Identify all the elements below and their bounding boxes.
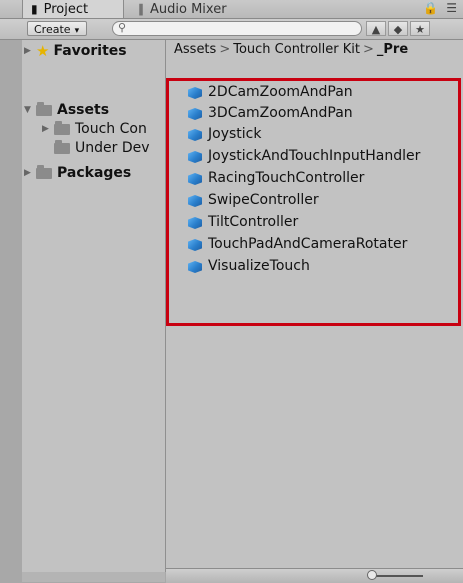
prefab-icon (188, 193, 202, 207)
create-button[interactable]: Create ▾ (27, 21, 87, 36)
asset-label: 2DCamZoomAndPan (208, 84, 353, 100)
tree-item-packages[interactable]: ▶ Packages (24, 164, 131, 182)
tab-controls: 🔒 ☰ (423, 1, 457, 15)
assets-label: Assets (57, 102, 110, 118)
asset-item[interactable]: VisualizeTouch (188, 256, 310, 276)
star-icon: ★ (36, 42, 50, 60)
breadcrumb-touch-controller-kit[interactable]: Touch Controller Kit (233, 42, 360, 57)
packages-label: Packages (57, 165, 132, 181)
asset-label: TouchPadAndCameraRotater (208, 236, 408, 252)
asset-label: JoystickAndTouchInputHandler (208, 148, 421, 164)
under-dev-label: Under Dev (75, 140, 150, 156)
menu-icon[interactable]: ☰ (446, 1, 457, 15)
asset-label: RacingTouchController (208, 170, 365, 186)
tab-project-label: Project (43, 1, 89, 17)
folder-icon: ▮ (31, 2, 38, 16)
search-icon: ⚲ (118, 21, 127, 34)
prefab-icon (188, 259, 202, 273)
asset-item[interactable]: SwipeController (188, 190, 319, 210)
icon-size-slider-track[interactable] (371, 575, 423, 577)
asset-label: Joystick (208, 126, 262, 142)
asset-item[interactable]: JoystickAndTouchInputHandler (188, 146, 420, 166)
toolbar: Create ▾ ⚲ ▲ ◆ ★ (0, 19, 463, 40)
asset-label: TiltController (208, 214, 299, 230)
asset-item[interactable]: RacingTouchController (188, 168, 364, 188)
touch-controller-label: Touch Con (75, 121, 147, 137)
icon-size-slider-handle[interactable] (367, 570, 377, 580)
asset-item[interactable]: TiltController (188, 212, 298, 232)
breadcrumb-current[interactable]: _Pre (377, 42, 408, 57)
prefab-icon (188, 171, 202, 185)
asset-label: 3DCamZoomAndPan (208, 105, 353, 121)
tab-project[interactable]: ▮ Project (22, 0, 124, 18)
prefab-icon (188, 149, 202, 163)
asset-item[interactable]: TouchPadAndCameraRotater (188, 234, 407, 254)
mixer-icon: ∥ (138, 2, 144, 16)
asset-label: SwipeController (208, 192, 319, 208)
favorites-label: Favorites (53, 43, 127, 59)
lock-icon[interactable]: 🔒 (423, 1, 438, 15)
prefab-icon (188, 127, 202, 141)
folder-tree: ▶ ★ Favorites ▼ Assets ▶ Touch Con Under… (22, 40, 166, 572)
asset-item[interactable]: 3DCamZoomAndPan (188, 103, 353, 123)
tree-item-favorites[interactable]: ▶ ★ Favorites (24, 42, 127, 60)
breadcrumb: Assets > Touch Controller Kit > _Pre (166, 40, 463, 60)
prefab-icon (188, 237, 202, 251)
prefab-icon (188, 106, 202, 120)
collapse-arrow-icon[interactable]: ▼ (24, 105, 36, 115)
tab-audio-mixer[interactable]: ∥ Audio Mixer (130, 0, 280, 18)
search-input[interactable]: ⚲ (112, 21, 362, 36)
prefab-icon (188, 85, 202, 99)
dropdown-arrow-icon: ▾ (74, 26, 80, 36)
tree-item-touch-controller[interactable]: ▶ Touch Con (42, 120, 147, 138)
asset-item[interactable]: Joystick (188, 124, 261, 144)
breadcrumb-assets[interactable]: Assets (174, 42, 216, 57)
asset-view-footer (166, 568, 463, 583)
folder-icon (54, 139, 70, 154)
tree-item-assets[interactable]: ▼ Assets (24, 101, 109, 119)
expand-arrow-icon[interactable]: ▶ (42, 124, 54, 134)
expand-arrow-icon[interactable]: ▶ (24, 46, 36, 56)
asset-item[interactable]: 2DCamZoomAndPan (188, 82, 353, 102)
favorite-icon[interactable]: ★ (410, 21, 430, 36)
folder-icon (36, 101, 52, 116)
folder-icon (54, 120, 70, 135)
asset-label: VisualizeTouch (208, 258, 310, 274)
left-panel-footer (22, 572, 165, 582)
breadcrumb-separator: > (362, 42, 374, 57)
create-label: Create (34, 23, 71, 36)
tree-item-under-dev[interactable]: Under Dev (54, 139, 150, 157)
expand-arrow-icon[interactable]: ▶ (24, 168, 36, 178)
prefab-icon (188, 215, 202, 229)
breadcrumb-separator: > (219, 42, 231, 57)
tab-bar: ▮ Project ∥ Audio Mixer 🔒 ☰ (0, 0, 463, 19)
folder-icon (36, 164, 52, 179)
filter-by-type-icon[interactable]: ▲ (366, 21, 386, 36)
tab-audio-mixer-label: Audio Mixer (150, 1, 227, 17)
filter-by-label-icon[interactable]: ◆ (388, 21, 408, 36)
